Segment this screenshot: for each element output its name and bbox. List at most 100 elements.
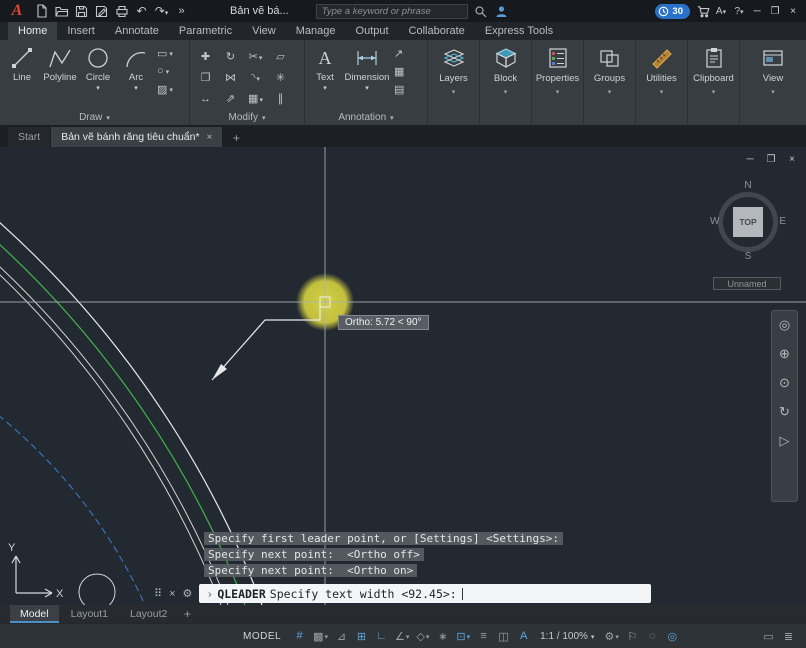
- tab-express-tools[interactable]: Express Tools: [475, 22, 563, 40]
- plot-icon[interactable]: [114, 4, 129, 19]
- save-icon[interactable]: [74, 4, 89, 19]
- file-tab-start[interactable]: Start: [8, 127, 50, 147]
- small-circle-entity[interactable]: [79, 574, 115, 605]
- ucs-icon[interactable]: [12, 556, 52, 597]
- model-space-toggle[interactable]: MODEL: [235, 631, 289, 642]
- status-object-snap-toggle[interactable]: ⊡: [453, 627, 473, 645]
- annotation-table-button[interactable]: ▦: [394, 64, 404, 78]
- close-button[interactable]: ×: [785, 3, 801, 19]
- status-grid-display-toggle[interactable]: #: [290, 627, 309, 645]
- quick-access-more-icon[interactable]: [174, 4, 189, 19]
- circle-button[interactable]: Circle: [79, 42, 117, 110]
- tab-parametric[interactable]: Parametric: [169, 22, 242, 40]
- navbar-orbit-icon[interactable]: ↻: [779, 404, 790, 420]
- annotation-markup-button[interactable]: ▤: [394, 82, 404, 96]
- search-icon[interactable]: [473, 3, 489, 19]
- modify-stretch-button[interactable]: ↔: [193, 88, 218, 109]
- status-isolate-objects-button[interactable]: ◌: [643, 627, 662, 645]
- search-input[interactable]: Type a keyword or phrase: [316, 4, 468, 19]
- command-line-input[interactable]: QLEADER Specify text width <92.45>:: [199, 584, 651, 603]
- line-button[interactable]: Line: [3, 42, 41, 110]
- minimize-button[interactable]: ─: [749, 3, 765, 19]
- viewcube-top-face[interactable]: TOP: [733, 207, 763, 237]
- gear-root-circle-arc[interactable]: [0, 265, 228, 605]
- redo-icon[interactable]: ↷: [154, 4, 169, 19]
- dimension-button[interactable]: Dimension: [342, 42, 392, 110]
- trial-timer-badge[interactable]: 30: [655, 4, 690, 19]
- modify-rotate-button[interactable]: ↻: [218, 46, 243, 67]
- status-object-snap-tracking-toggle[interactable]: ∗: [433, 627, 452, 645]
- autocad-logo-icon[interactable]: A: [5, 1, 29, 21]
- status-isometric-drafting-toggle[interactable]: ◇: [413, 627, 432, 645]
- annotation-scale-button[interactable]: 1:1 / 100%: [534, 627, 600, 645]
- draw-hatch-button[interactable]: ▨: [157, 82, 173, 96]
- status-annotation-monitor-button[interactable]: ⚐: [623, 627, 642, 645]
- layout-tab-layout2[interactable]: Layout2: [120, 605, 177, 623]
- new-drawing-tab-button[interactable]: +: [227, 129, 245, 147]
- gear-inner-circle-arc[interactable]: [0, 273, 221, 605]
- tab-home[interactable]: Home: [8, 22, 57, 40]
- status-selection-cycling-toggle[interactable]: ◫: [494, 627, 513, 645]
- modify-panel-expander[interactable]: Modify: [190, 110, 304, 125]
- groups-panel-button[interactable]: Groups: [584, 40, 636, 125]
- draw-ellipse-button[interactable]: ○: [157, 64, 173, 78]
- navbar-navigation-wheel-icon[interactable]: ◎: [779, 317, 790, 333]
- status-lineweight-toggle[interactable]: ≡: [474, 627, 493, 645]
- modify-array-button[interactable]: ▦: [243, 88, 268, 109]
- tab-output[interactable]: Output: [346, 22, 399, 40]
- new-layout-button[interactable]: +: [179, 605, 195, 623]
- modify-mirror-button[interactable]: ⋈: [218, 67, 243, 88]
- draw-rectangle-button[interactable]: ▭: [157, 46, 173, 60]
- command-grip-icon[interactable]: ⠿: [154, 587, 162, 600]
- viewcube-south[interactable]: S: [710, 251, 786, 262]
- help-menu[interactable]: ?: [731, 3, 747, 19]
- navbar-show-motion-icon[interactable]: ▷: [780, 433, 790, 449]
- modify-copy-button[interactable]: ❐: [193, 67, 218, 88]
- clipboard-panel-button[interactable]: Clipboard: [688, 40, 740, 125]
- restore-button[interactable]: ❐: [767, 3, 783, 19]
- layout-tab-model[interactable]: Model: [10, 605, 59, 623]
- status-clean-screen-button[interactable]: ▭: [759, 627, 778, 645]
- modify-explode-button[interactable]: ✳: [268, 67, 293, 88]
- navbar-zoom-icon[interactable]: ⊙: [779, 375, 790, 391]
- status-hardware-acceleration-button[interactable]: ◎: [663, 627, 682, 645]
- viewcube-east[interactable]: E: [779, 216, 786, 227]
- layout-tab-layout1[interactable]: Layout1: [61, 605, 118, 623]
- annotation-panel-expander[interactable]: Annotation: [305, 110, 427, 125]
- status-snap-mode-toggle[interactable]: ▩: [310, 627, 331, 645]
- status-infer-constraints-toggle[interactable]: ⊿: [332, 627, 351, 645]
- modify-move-button[interactable]: ✚: [193, 46, 218, 67]
- assistant-menu[interactable]: A: [713, 3, 729, 19]
- draw-panel-expander[interactable]: Draw: [0, 110, 189, 125]
- text-button[interactable]: A Text: [308, 42, 342, 110]
- modify-scale-button[interactable]: ⇗: [218, 88, 243, 109]
- properties-panel-button[interactable]: Properties: [532, 40, 584, 125]
- viewport-minimize-icon[interactable]: ─: [744, 154, 756, 165]
- polyline-button[interactable]: Polyline: [41, 42, 79, 110]
- open-folder-icon[interactable]: [54, 4, 69, 19]
- gear-center-dashed-arc[interactable]: [0, 415, 145, 605]
- file-tab-close-icon[interactable]: ×: [207, 132, 213, 143]
- tab-annotate[interactable]: Annotate: [105, 22, 169, 40]
- modify-trim-button[interactable]: ✂: [243, 46, 268, 67]
- status-customization-button[interactable]: ≣: [779, 627, 798, 645]
- viewport-restore-icon[interactable]: ❐: [765, 154, 777, 165]
- cart-icon[interactable]: [695, 3, 711, 19]
- layers-panel-button[interactable]: Layers: [428, 40, 480, 125]
- modify-erase-button[interactable]: ▱: [268, 46, 293, 67]
- command-close-icon[interactable]: ×: [169, 588, 175, 600]
- tab-insert[interactable]: Insert: [57, 22, 105, 40]
- utilities-panel-button[interactable]: Utilities: [636, 40, 688, 125]
- command-customize-icon[interactable]: ⚙: [183, 587, 193, 600]
- file-tab-drawing[interactable]: Bản vẽ bánh răng tiêu chuẩn* ×: [51, 127, 222, 147]
- view-name-label[interactable]: Unnamed: [713, 277, 781, 290]
- tab-manage[interactable]: Manage: [286, 22, 346, 40]
- viewcube-north[interactable]: N: [710, 180, 786, 191]
- annotation-leader-button[interactable]: ↗: [394, 46, 404, 60]
- model-space-viewport[interactable]: Y X ─ ❐ × N W TOP E S Unnamed ◎ ⊕ ⊙ ↻ ▷ …: [0, 147, 806, 605]
- save-as-icon[interactable]: [94, 4, 109, 19]
- sign-in-user-icon[interactable]: [494, 3, 510, 19]
- block-panel-button[interactable]: Block: [480, 40, 532, 125]
- status-dynamic-input-toggle[interactable]: ⊞: [352, 627, 371, 645]
- undo-icon[interactable]: ↶: [134, 4, 149, 19]
